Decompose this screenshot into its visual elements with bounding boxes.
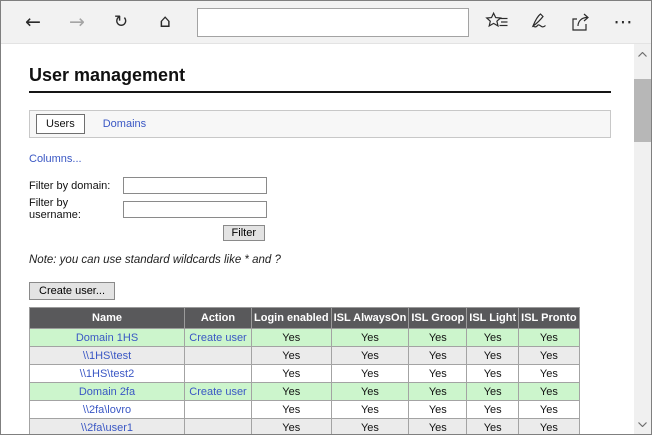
column-header: ISL Light	[467, 308, 519, 329]
value-cell: Yes	[252, 419, 332, 435]
forward-icon[interactable]: →	[65, 13, 89, 32]
value-cell: Yes	[409, 365, 467, 383]
value-cell: Yes	[467, 347, 519, 365]
columns-link[interactable]: Columns...	[29, 153, 82, 165]
value-cell: Yes	[519, 347, 579, 365]
back-icon[interactable]: ←	[21, 13, 45, 32]
value-cell: Yes	[409, 347, 467, 365]
wildcard-note: Note: you can use standard wildcards lik…	[29, 254, 611, 266]
tab-users[interactable]: Users	[36, 114, 85, 134]
filter-username-input[interactable]	[123, 201, 267, 218]
value-cell: Yes	[519, 365, 579, 383]
value-cell: Yes	[467, 383, 519, 401]
value-cell: Yes	[331, 419, 409, 435]
tab-domains[interactable]: Domains	[103, 118, 146, 130]
value-cell: Yes	[467, 365, 519, 383]
value-cell: Yes	[252, 329, 332, 347]
column-header: ISL AlwaysOn	[331, 308, 409, 329]
value-cell: Yes	[467, 401, 519, 419]
user-name-link[interactable]: \\1HS\test	[83, 350, 131, 362]
page-title: User management	[29, 65, 611, 93]
create-user-link[interactable]: Create user	[189, 332, 246, 344]
value-cell: Yes	[252, 347, 332, 365]
domain-name-link[interactable]: Domain 1HS	[76, 332, 138, 344]
filter-panel: Filter by domain: Filter by username: Fi…	[29, 177, 611, 241]
column-header: ISL Pronto	[519, 308, 579, 329]
table-header-row: NameActionLogin enabledISL AlwaysOnISL G…	[30, 308, 580, 329]
value-cell: Yes	[467, 329, 519, 347]
more-options-icon[interactable]: ⋯	[611, 10, 635, 34]
value-cell: Yes	[252, 383, 332, 401]
address-bar[interactable]	[197, 8, 469, 37]
domain-name-link[interactable]: Domain 2fa	[79, 386, 135, 398]
value-cell: Yes	[331, 347, 409, 365]
scroll-up-icon[interactable]	[634, 46, 651, 62]
value-cell: Yes	[252, 401, 332, 419]
create-user-button[interactable]: Create user...	[29, 282, 115, 300]
user-row: \\1HS\testYesYesYesYesYes	[30, 347, 580, 365]
page-content: User management Users Domains Columns...…	[29, 65, 611, 435]
domain-row: Domain 1HSCreate userYesYesYesYesYes	[30, 329, 580, 347]
user-table-body: Domain 1HSCreate userYesYesYesYesYes\\1H…	[30, 329, 580, 435]
value-cell: Yes	[409, 329, 467, 347]
user-row: \\2fa\lovroYesYesYesYesYes	[30, 401, 580, 419]
value-cell: Yes	[252, 365, 332, 383]
value-cell: Yes	[519, 383, 579, 401]
value-cell: Yes	[519, 419, 579, 435]
user-row: \\2fa\user1YesYesYesYesYes	[30, 419, 580, 435]
refresh-icon[interactable]: ↻	[109, 14, 133, 31]
filter-button[interactable]: Filter	[223, 225, 265, 241]
value-cell: Yes	[409, 401, 467, 419]
value-cell: Yes	[331, 401, 409, 419]
user-row: \\1HS\test2YesYesYesYesYes	[30, 365, 580, 383]
column-header: Login enabled	[252, 308, 332, 329]
value-cell: Yes	[409, 383, 467, 401]
user-table: NameActionLogin enabledISL AlwaysOnISL G…	[29, 307, 580, 435]
toolbar-right-icons: ⋯	[485, 10, 635, 34]
scroll-down-icon[interactable]	[634, 416, 651, 432]
page-scrollbar[interactable]	[634, 44, 651, 434]
browser-window: ← → ↻ ⌂	[0, 0, 652, 435]
tab-bar: Users Domains	[29, 110, 611, 138]
value-cell: Yes	[331, 329, 409, 347]
column-header: Name	[30, 308, 185, 329]
value-cell: Yes	[467, 419, 519, 435]
user-name-link[interactable]: \\2fa\user1	[81, 422, 133, 434]
column-header: Action	[185, 308, 252, 329]
share-icon[interactable]	[569, 10, 593, 34]
value-cell: Yes	[519, 401, 579, 419]
value-cell: Yes	[331, 383, 409, 401]
user-name-link[interactable]: \\2fa\lovro	[83, 404, 131, 416]
filter-username-label: Filter by username:	[29, 197, 123, 221]
home-icon[interactable]: ⌂	[153, 13, 177, 31]
column-header: ISL Groop	[409, 308, 467, 329]
filter-domain-label: Filter by domain:	[29, 180, 123, 192]
favorites-hub-icon[interactable]	[485, 10, 509, 34]
scrollbar-thumb[interactable]	[634, 79, 651, 142]
value-cell: Yes	[331, 365, 409, 383]
value-cell: Yes	[519, 329, 579, 347]
more-options-glyph: ⋯	[614, 13, 633, 32]
domain-row: Domain 2faCreate userYesYesYesYesYes	[30, 383, 580, 401]
create-user-link[interactable]: Create user	[189, 386, 246, 398]
web-note-pen-icon[interactable]	[527, 10, 551, 34]
browser-toolbar: ← → ↻ ⌂	[1, 1, 651, 44]
filter-domain-input[interactable]	[123, 177, 267, 194]
value-cell: Yes	[409, 419, 467, 435]
user-name-link[interactable]: \\1HS\test2	[80, 368, 134, 380]
